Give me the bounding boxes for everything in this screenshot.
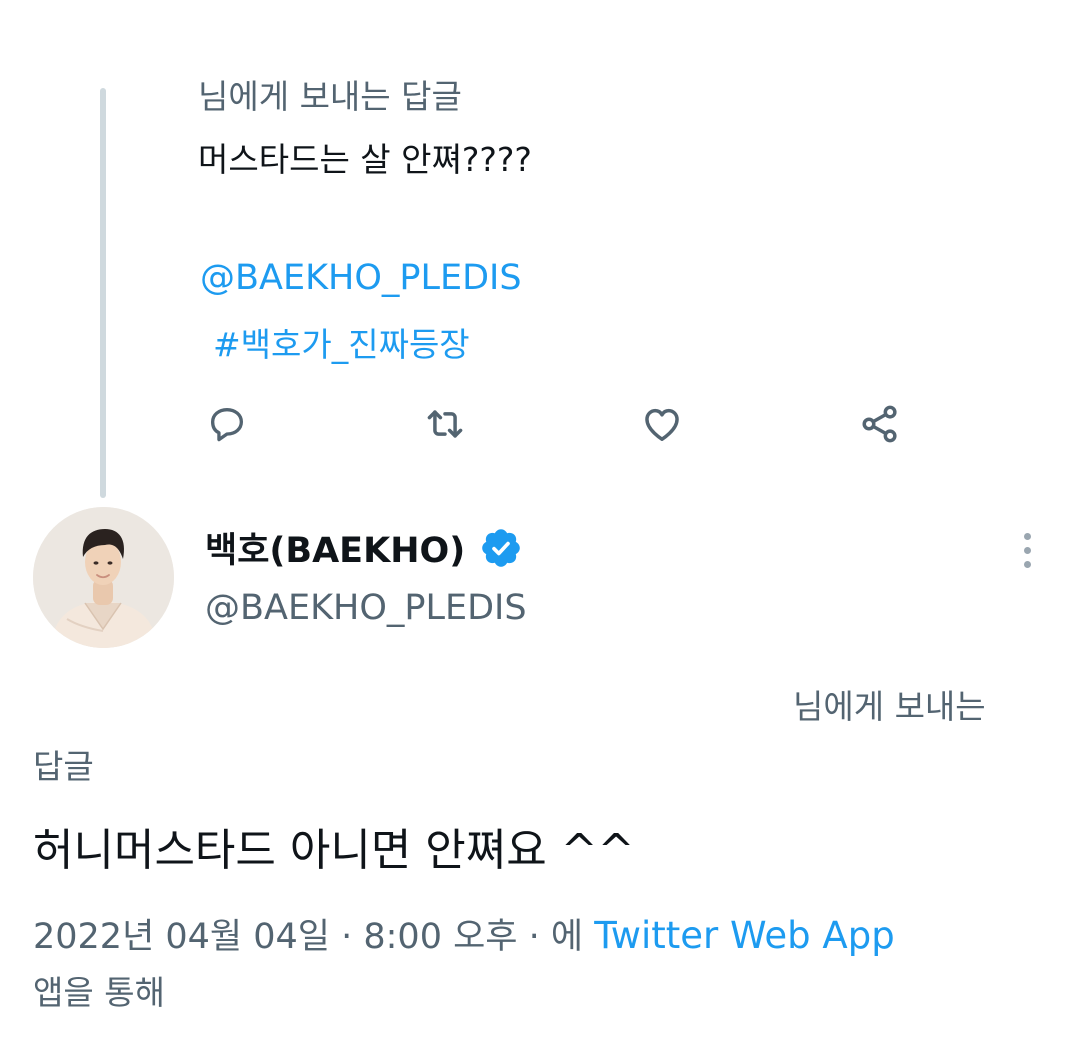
more-dot-icon [1023, 532, 1031, 540]
heart-icon [645, 408, 679, 441]
reply-context-label-line1: 님에게 보내는 [793, 687, 986, 726]
tweet-timestamp[interactable]: 2022년 04월 04일 · 8:00 오후 · 에 [33, 917, 583, 957]
retweet-button[interactable] [421, 400, 469, 448]
like-button[interactable] [638, 400, 686, 448]
share-button[interactable] [856, 400, 904, 448]
profile-photo-icon [33, 507, 174, 648]
tweet-source-suffix: 앱을 통해 [33, 973, 165, 1012]
parent-tweet-hashtag-link[interactable]: #백호가_진짜등장 [213, 318, 470, 366]
reply-button[interactable] [203, 400, 251, 448]
more-options-button[interactable] [1012, 530, 1042, 570]
author-handle[interactable]: @BAEKHO_PLEDIS [205, 588, 527, 628]
main-tweet-text: 허니머스타드 아니면 안쪄요 ^^ [33, 825, 635, 876]
tweet-source-link[interactable]: Twitter Web App [594, 914, 894, 957]
parent-tweet-action-bar [0, 400, 1080, 448]
parent-tweet-text: 머스타드는 살 안쪄???? [198, 140, 532, 179]
more-dot-icon [1023, 546, 1031, 554]
reply-context-label: 님에게 보내는 답글 [198, 77, 462, 116]
author-avatar[interactable] [33, 507, 174, 648]
author-display-name[interactable]: 백호(BAEKHO) [205, 522, 523, 573]
reply-icon [210, 407, 244, 442]
tweet-metadata: 2022년 04월 04일 · 8:00 오후 · 에 Twitter Web … [33, 908, 895, 959]
more-dot-icon [1023, 560, 1031, 568]
parent-tweet-mention-link[interactable]: @BAEKHO_PLEDIS [200, 258, 522, 298]
reply-context-label-line2: 답글 [33, 747, 94, 786]
share-icon [862, 405, 897, 443]
retweet-icon [427, 410, 463, 438]
author-display-name-text: 백호(BAEKHO) [205, 531, 466, 571]
verified-badge-icon [479, 526, 523, 570]
